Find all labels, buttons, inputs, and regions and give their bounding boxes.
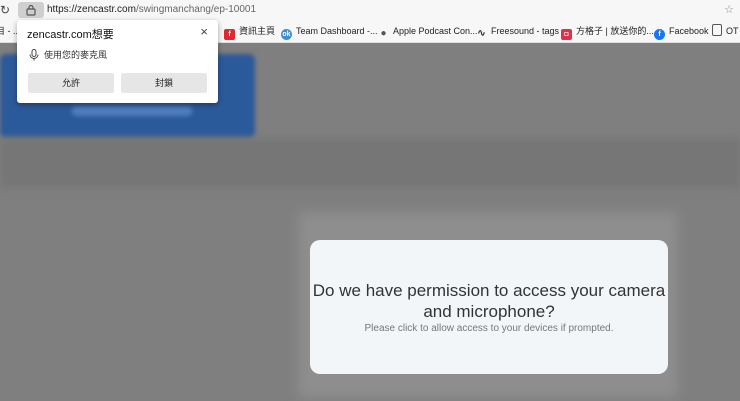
ok-icon: ok: [281, 29, 292, 40]
url-field[interactable]: https://zencastr.com/swingmanchang/ep-10…: [47, 3, 256, 17]
microphone-icon: [29, 49, 39, 61]
bookmark-item[interactable]: f Facebook: [654, 24, 709, 40]
allow-button[interactable]: 允許: [28, 73, 114, 93]
reload-icon[interactable]: ↻: [0, 3, 10, 17]
bookmark-item[interactable]: ok Team Dashboard -...: [281, 24, 378, 40]
apple-icon: ●: [380, 28, 387, 39]
bookmark-label: OT: [726, 26, 739, 36]
modal-title: Do we have permission to access your cam…: [312, 281, 666, 321]
lock-icon: [26, 4, 36, 16]
url-path: /swingmanchang/ep-10001: [135, 4, 257, 15]
permission-modal: Do we have permission to access your cam…: [310, 240, 668, 374]
page-toolbar-band: [0, 138, 740, 188]
address-bar: ↻ https://zencastr.com/swingmanchang/ep-…: [0, 0, 740, 20]
facebook-icon: f: [654, 29, 665, 40]
url-domain: https://zencastr.com: [47, 4, 136, 15]
bookmark-item[interactable]: ● Apple Podcast Con...: [378, 24, 478, 39]
waveform-icon: ∿: [477, 28, 486, 39]
flipboard-icon: f: [224, 29, 235, 40]
bookmark-label: 資訊主頁: [239, 26, 276, 36]
bookmark-item[interactable]: ∿ Freesound - tags: [476, 24, 560, 39]
document-icon: [712, 24, 722, 36]
block-button[interactable]: 封鎖: [121, 73, 207, 93]
bookmark-label: Team Dashboard -...: [296, 26, 378, 36]
modal-subtitle: Please click to allow access to your dev…: [364, 323, 614, 334]
bookmark-label: Facebook: [669, 26, 709, 36]
close-icon[interactable]: ×: [200, 25, 208, 39]
popup-title: zencastr.com想要: [27, 29, 114, 41]
banner-text-placeholder: [72, 106, 192, 116]
permission-popup: zencastr.com想要 × 使用您的麥克風 允許 封鎖: [17, 20, 218, 103]
bookmark-label: Apple Podcast Con...: [393, 26, 478, 36]
bookmark-label: Freesound - tags: [491, 26, 560, 36]
bookmark-label: 方格子 | 放送你的...: [576, 26, 654, 36]
bookmark-star-icon[interactable]: ☆: [724, 3, 734, 16]
vocus-icon: ◘: [561, 29, 572, 40]
bookmark-item[interactable]: ◘ 方格子 | 放送你的...: [561, 24, 654, 40]
site-info-button[interactable]: [18, 2, 44, 18]
popup-description: 使用您的麥克風: [44, 50, 108, 60]
bookmark-item[interactable]: OT: [712, 24, 739, 38]
bookmark-item[interactable]: f 資訊主頁: [224, 24, 276, 40]
